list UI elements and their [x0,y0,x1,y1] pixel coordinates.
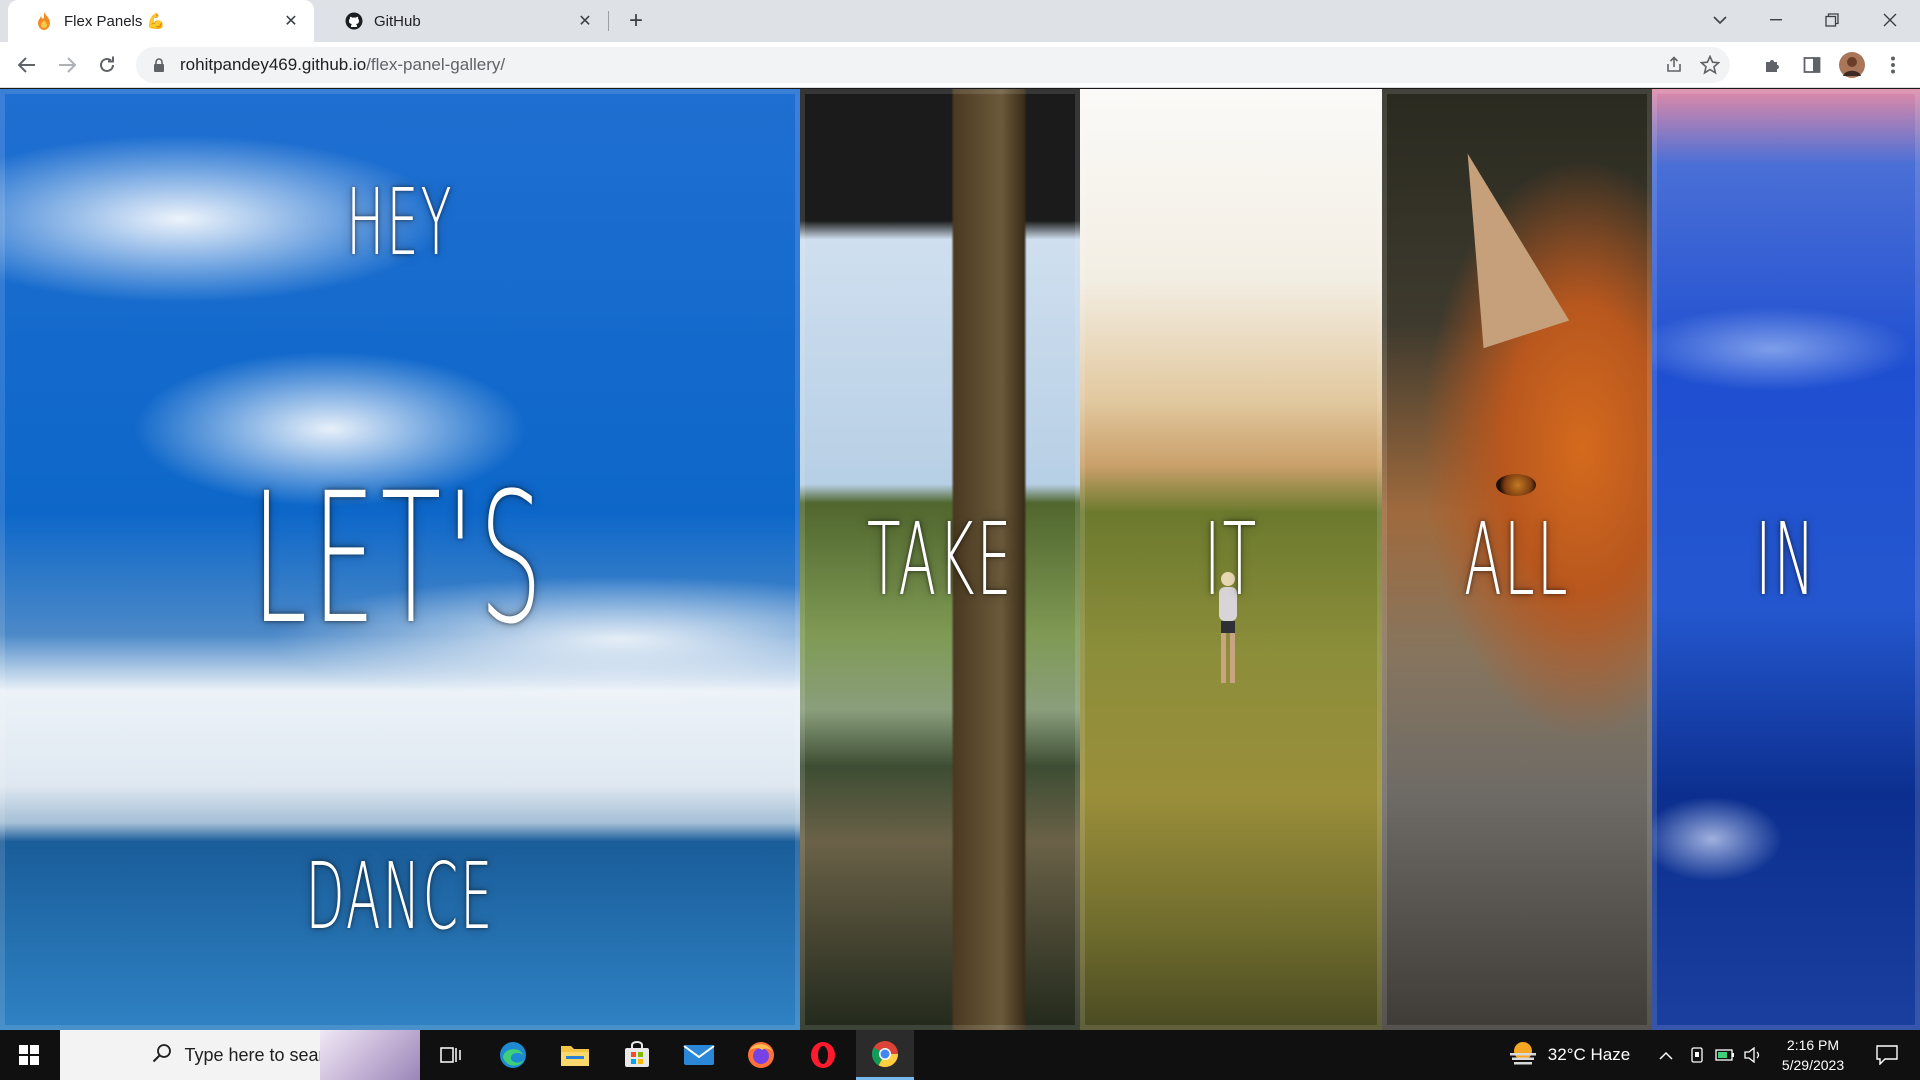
fox-ear [1424,139,1570,349]
lock-icon[interactable] [150,56,168,74]
url-text: rohitpandey469.github.io/flex-panel-gall… [180,55,505,75]
battery-icon[interactable] [1712,1030,1738,1080]
back-button[interactable] [12,50,42,80]
browser-tab-strip: Flex Panels 💪 ✕ GitHub ✕ + [0,0,1920,42]
panel-middle-text: All [1464,501,1570,618]
panel-5[interactable]: In [1652,89,1920,1030]
flex-panel-gallery: Hey Let's Dance Take It All In [0,89,1920,1030]
tab-title: GitHub [374,12,421,30]
mail-icon[interactable] [670,1030,728,1080]
panel-bottom-text: Dance [305,843,495,950]
address-bar[interactable]: rohitpandey469.github.io/flex-panel-gall… [136,47,1730,83]
windows-taskbar: Type here to search 32°C Haze 2:16 PM 5/… [0,1030,1920,1080]
panel-4[interactable]: All [1382,89,1652,1030]
fox-eye [1496,474,1536,496]
opera-icon[interactable] [794,1030,852,1080]
chrome-icon[interactable] [856,1030,914,1080]
extensions-icon[interactable] [1758,50,1788,80]
panel-middle-text: Let's [252,455,548,664]
system-clock[interactable]: 2:16 PM 5/29/2023 [1768,1030,1858,1080]
tab-github[interactable]: GitHub ✕ [318,0,608,42]
volume-icon[interactable] [1740,1030,1766,1080]
panel-3[interactable]: It [1080,89,1382,1030]
clock-date: 5/29/2023 [1781,1057,1845,1073]
notification-icon[interactable] [1862,1030,1912,1080]
url-path: /flex-panel-gallery/ [366,55,506,74]
panel-top-text: Hey [346,169,454,276]
panel-2[interactable]: Take [800,89,1080,1030]
search-icon [152,1043,172,1068]
close-icon[interactable]: ✕ [280,10,302,32]
tab-flex-panels[interactable]: Flex Panels 💪 ✕ [8,0,314,42]
weather-widget[interactable]: 32°C Haze [1494,1030,1644,1080]
start-button[interactable] [0,1030,58,1080]
chevron-up-icon[interactable] [1652,1030,1680,1080]
close-window-button[interactable] [1862,0,1918,40]
menu-kebab-icon[interactable] [1878,50,1908,80]
clock-time: 2:16 PM [1786,1037,1840,1053]
windows-logo-icon [19,1045,39,1065]
restore-button[interactable] [1804,0,1860,40]
task-view-icon[interactable] [422,1030,480,1080]
share-icon[interactable] [1664,55,1684,75]
device-icon[interactable] [1684,1030,1710,1080]
edge-icon[interactable] [484,1030,542,1080]
search-highlight-image [320,1030,420,1080]
github-icon [344,11,364,31]
forward-button[interactable] [52,50,82,80]
weather-text: 32°C Haze [1547,1045,1631,1064]
side-panel-icon[interactable] [1797,50,1827,80]
browser-toolbar: rohitpandey469.github.io/flex-panel-gall… [0,42,1920,88]
bookmark-star-icon[interactable] [1700,55,1720,75]
panel-middle-text: In [1755,501,1817,618]
minimize-button[interactable] [1748,0,1804,40]
tab-separator [608,11,609,31]
firefox-icon[interactable] [732,1030,790,1080]
close-icon[interactable]: ✕ [574,10,596,32]
file-explorer-icon[interactable] [546,1030,604,1080]
reload-button[interactable] [92,50,122,80]
panel-middle-text: It [1203,501,1259,618]
panel-middle-text: Take [866,501,1014,618]
haze-weather-icon [1508,1041,1538,1070]
fire-icon [34,11,54,31]
taskbar-search-box[interactable]: Type here to search [60,1030,420,1080]
tab-search-icon[interactable] [1692,0,1748,40]
profile-avatar[interactable] [1837,50,1867,80]
new-tab-button[interactable]: + [622,7,650,35]
store-icon[interactable] [608,1030,666,1080]
panel-1[interactable]: Hey Let's Dance [0,89,800,1030]
url-domain: rohitpandey469.github.io [180,55,367,74]
tab-title: Flex Panels 💪 [64,13,166,30]
